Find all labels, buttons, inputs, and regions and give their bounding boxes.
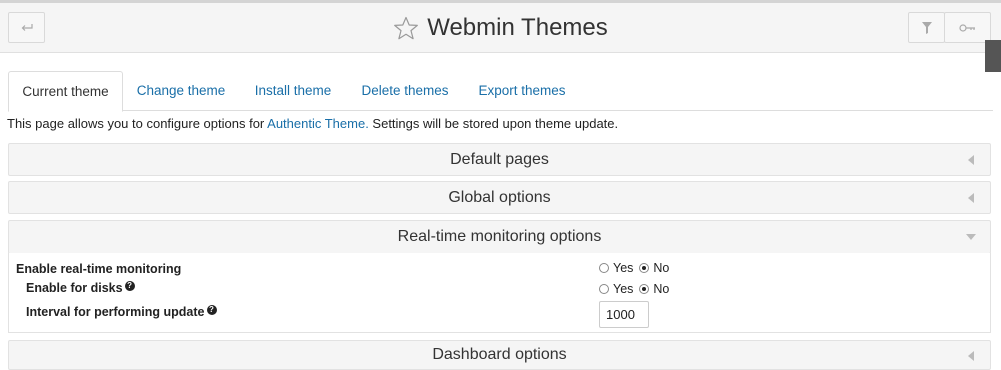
- side-panel-toggle[interactable]: [985, 40, 1001, 72]
- enable-disks-label: Enable for disks?: [26, 281, 135, 295]
- enable-disks-no-radio[interactable]: [639, 284, 650, 294]
- tab-install-theme[interactable]: Install theme: [245, 71, 341, 111]
- caret-left-icon: [968, 193, 974, 203]
- panel-title: Global options: [448, 188, 551, 206]
- key-button[interactable]: [944, 12, 991, 43]
- panel-realtime-monitoring[interactable]: Real-time monitoring options: [8, 220, 991, 254]
- tab-current-theme[interactable]: Current theme: [8, 71, 123, 112]
- enable-monitoring-yes-radio[interactable]: [599, 263, 609, 273]
- radio-label-yes: Yes: [613, 282, 634, 296]
- tab-bar: Current theme Change theme Install theme…: [8, 71, 993, 112]
- interval-label-text: Interval for performing update: [26, 305, 205, 319]
- intro-text: This page allows you to configure option…: [7, 116, 618, 131]
- panel-global-options[interactable]: Global options: [8, 181, 991, 214]
- help-icon[interactable]: ?: [206, 305, 217, 315]
- filter-button[interactable]: [908, 12, 945, 43]
- intro-text-after: Settings will be stored upon theme updat…: [368, 116, 619, 131]
- interval-input[interactable]: [599, 301, 649, 328]
- radio-label-yes: Yes: [613, 261, 634, 275]
- authentic-theme-link[interactable]: Authentic Theme.: [267, 116, 369, 131]
- star-outline-icon: [394, 16, 419, 39]
- return-arrow-icon: [21, 23, 33, 31]
- caret-left-icon: [968, 351, 974, 361]
- filter-icon: [921, 21, 932, 34]
- radio-label-no: No: [653, 261, 670, 275]
- page-title-wrap: Webmin Themes: [0, 3, 1001, 53]
- enable-disks-label-text: Enable for disks: [26, 281, 123, 295]
- panel-dashboard-options[interactable]: Dashboard options: [8, 340, 991, 370]
- page-title: Webmin Themes: [427, 14, 608, 41]
- back-button[interactable]: [8, 12, 45, 43]
- tab-export-themes[interactable]: Export themes: [469, 71, 575, 111]
- enable-disks-radio-group: Yes No: [599, 282, 675, 296]
- tab-change-theme[interactable]: Change theme: [129, 71, 233, 111]
- panel-title: Default pages: [450, 150, 549, 168]
- enable-monitoring-no-radio[interactable]: [639, 263, 650, 273]
- help-icon[interactable]: ?: [124, 281, 135, 291]
- caret-down-icon: [966, 234, 976, 240]
- enable-monitoring-radio-group: Yes No: [599, 261, 675, 275]
- tab-delete-themes[interactable]: Delete themes: [353, 71, 457, 111]
- realtime-options-body: Enable real-time monitoring Yes No Enabl…: [8, 253, 991, 333]
- intro-text-before: This page allows you to configure option…: [7, 116, 268, 131]
- radio-label-no: No: [653, 282, 670, 296]
- interval-label: Interval for performing update?: [26, 305, 217, 319]
- page-header: Webmin Themes: [0, 3, 1001, 53]
- panel-title: Dashboard options: [432, 346, 567, 363]
- enable-disks-yes-radio[interactable]: [599, 284, 609, 294]
- caret-left-icon: [968, 155, 974, 165]
- panel-title: Real-time monitoring options: [397, 228, 602, 245]
- key-icon: [958, 23, 975, 32]
- favorite-button[interactable]: [393, 16, 419, 41]
- enable-monitoring-label: Enable real-time monitoring: [16, 262, 182, 276]
- panel-default-pages[interactable]: Default pages: [8, 143, 991, 176]
